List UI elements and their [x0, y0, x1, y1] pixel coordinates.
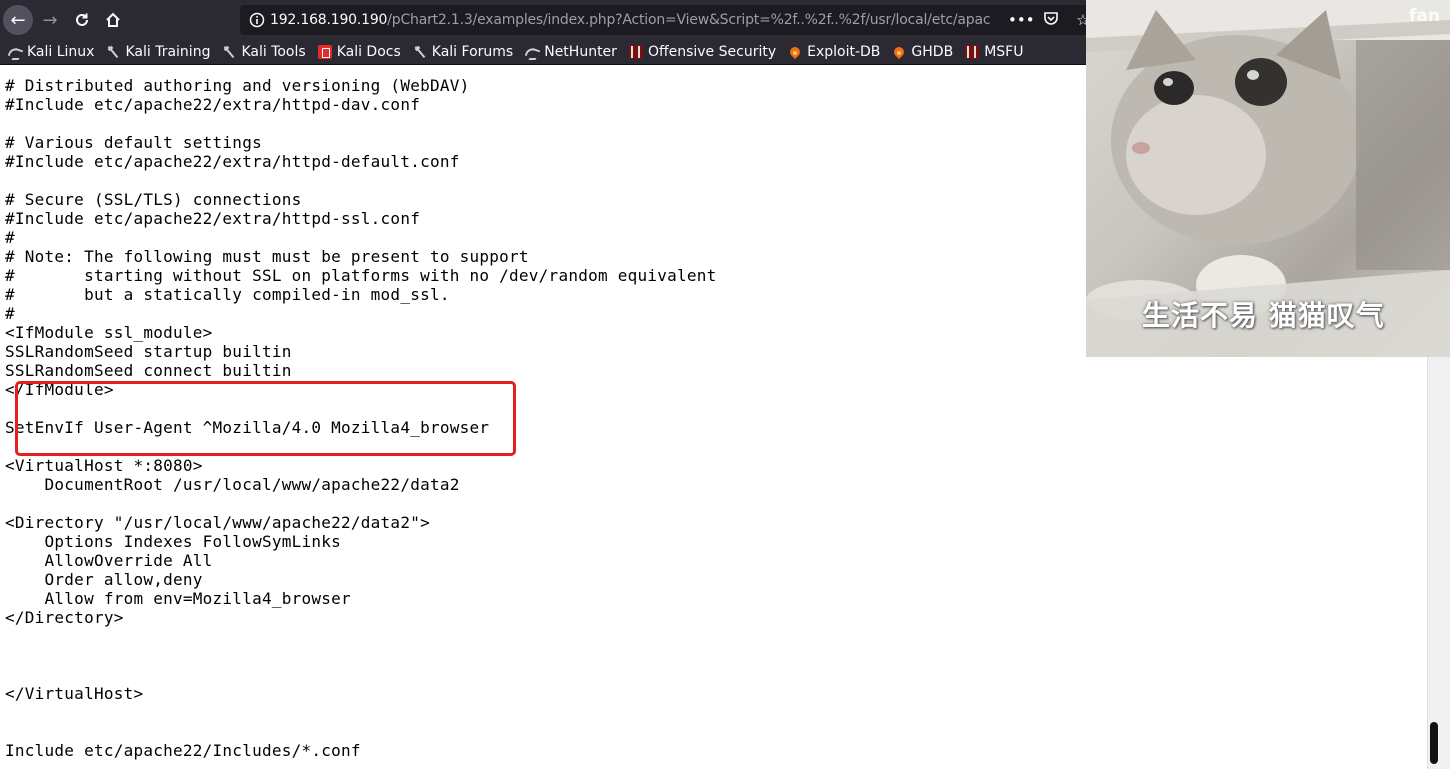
bookmark-label: Kali Training — [125, 44, 211, 60]
forward-button[interactable]: → — [35, 5, 65, 35]
reload-button[interactable] — [67, 5, 97, 35]
arrow-left-icon: ← — [10, 9, 26, 31]
bookmark-kali-forums[interactable]: Kali Forums — [413, 44, 513, 60]
site-info-button[interactable] — [244, 12, 270, 28]
bookmark-label: Kali Forums — [431, 44, 514, 60]
back-button[interactable]: ← — [3, 5, 33, 35]
bookmark-label: GHDB — [911, 44, 954, 60]
highlight-annotation-box — [15, 381, 516, 456]
bookmark-kali-training[interactable]: Kali Training — [106, 44, 210, 60]
page-actions-button[interactable]: ••• — [1008, 11, 1035, 29]
pocket-icon — [1044, 12, 1058, 25]
bookmark-label: Kali Tools — [241, 44, 306, 60]
bookmark-label: Kali Linux — [27, 44, 95, 60]
cat-meme-image: fan 生活不易 猫猫叹气 — [1086, 0, 1450, 357]
kali-tools-icon — [106, 45, 120, 59]
flame-icon — [788, 45, 802, 59]
kali-tools-icon — [222, 45, 236, 59]
image-watermark: fan — [1409, 6, 1440, 26]
url-actions: ••• ☆ — [1008, 5, 1094, 35]
home-button[interactable] — [98, 5, 128, 35]
bookmark-kali-linux[interactable]: Kali Linux — [8, 44, 94, 60]
arrow-right-icon: → — [42, 9, 58, 31]
bookmark-msfu[interactable]: MSFU — [965, 44, 1023, 60]
reload-icon — [76, 13, 88, 26]
address-bar[interactable]: 192.168.190.190/pChart2.1.3/examples/ind… — [240, 5, 1100, 35]
bookmark-exploit-db[interactable]: Exploit-DB — [788, 44, 880, 60]
bookmark-kali-tools[interactable]: Kali Tools — [222, 44, 305, 60]
url-host: 192.168.190.190 — [270, 12, 388, 28]
bookmark-label: Exploit-DB — [807, 44, 881, 60]
pocket-button[interactable] — [1040, 10, 1062, 30]
kali-tools-icon — [413, 45, 427, 59]
info-icon — [249, 12, 265, 28]
kali-dragon-icon — [8, 45, 22, 59]
bookmark-kali-docs[interactable]: Kali Docs — [317, 44, 401, 60]
offsec-icon — [628, 45, 643, 59]
bookmark-ghdb[interactable]: GHDB — [892, 44, 953, 60]
kali-dragon-icon — [525, 45, 539, 59]
bookmark-label: MSFU — [984, 44, 1024, 60]
kali-docs-icon — [317, 45, 332, 59]
bookmark-label: NetHunter — [544, 44, 617, 60]
flame-icon — [892, 45, 906, 59]
scrollbar-thumb[interactable] — [1430, 722, 1438, 764]
bookmark-nethunter[interactable]: NetHunter — [525, 44, 617, 60]
bookmark-label: Kali Docs — [336, 44, 401, 60]
offsec-icon — [965, 45, 980, 59]
home-icon — [106, 12, 120, 27]
url-path: /pChart2.1.3/examples/index.php?Action=V… — [387, 12, 991, 28]
url-text[interactable]: 192.168.190.190/pChart2.1.3/examples/ind… — [270, 12, 1010, 28]
bookmark-offensive-security[interactable]: Offensive Security — [628, 44, 777, 60]
meme-caption: 生活不易 猫猫叹气 — [1142, 299, 1385, 332]
bookmark-label: Offensive Security — [647, 44, 777, 60]
